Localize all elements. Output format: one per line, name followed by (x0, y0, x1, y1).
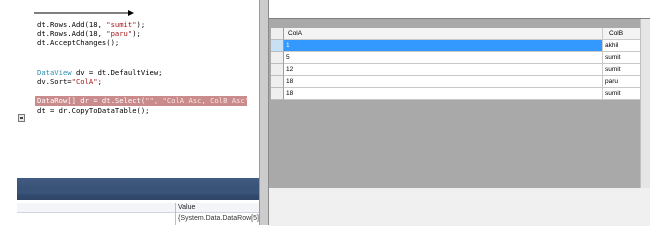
grid-header-row: ColA ColB (269, 28, 641, 40)
table-row[interactable]: 1 akhil (269, 40, 641, 52)
grid-cell-colb[interactable]: akhil (603, 40, 641, 52)
grid-cell-cola[interactable]: 12 (284, 64, 603, 76)
row-header[interactable] (271, 52, 284, 64)
code-line-breakpoint: DataRow[] dr = dt.Select("", "ColA Asc, … (37, 96, 258, 105)
current-line-marker-icon (18, 114, 25, 122)
table-row[interactable]: 5 sumit (269, 52, 641, 64)
code-editor[interactable]: dt.Rows.Add(18, "sumit"); dt.Rows.Add(18… (0, 0, 263, 225)
row-header[interactable] (271, 76, 284, 88)
data-grid-view[interactable]: ColA ColB 1 akhil 5 sumit 12 sumit 18 pa… (269, 18, 650, 226)
table-row[interactable]: 12 sumit (269, 64, 641, 76)
row-header[interactable] (271, 88, 284, 100)
vertical-scrollbar[interactable] (640, 19, 650, 188)
panel-title-bar (17, 178, 259, 200)
arrow-annotation (34, 10, 134, 16)
watch-column-header (17, 203, 259, 213)
code-line: dt = dr.CopyToDataTable(); (37, 106, 150, 115)
code-line: dv.Sort="ColA"; (37, 77, 102, 86)
grid-cell-cola[interactable]: 18 (284, 88, 603, 100)
grid-cell-colb[interactable]: sumit (603, 52, 641, 64)
column-header-colb[interactable]: ColB (603, 28, 641, 40)
table-row[interactable]: 18 sumit (269, 88, 641, 100)
watch-value-header: Value (178, 204, 196, 211)
code-line: dt.Rows.Add(18, "sumit"); (37, 20, 146, 29)
grid-cell-cola[interactable]: 5 (284, 52, 603, 64)
grid-corner-header[interactable] (271, 28, 284, 40)
grid-cell-colb[interactable]: sumit (603, 64, 641, 76)
grid-cell-colb[interactable]: sumit (603, 88, 641, 100)
row-header[interactable] (271, 64, 284, 76)
table-row[interactable]: 18 paru (269, 76, 641, 88)
grid-cell-cola[interactable]: 18 (284, 76, 603, 88)
row-header[interactable] (271, 40, 284, 52)
grid-cell-colb[interactable]: paru (603, 76, 641, 88)
form-bottom-area (269, 188, 650, 226)
watch-panel: Value {System.Data.DataRow[5]} (17, 178, 262, 225)
column-divider[interactable] (175, 203, 176, 225)
column-header-cola[interactable]: ColA (284, 28, 603, 40)
code-line: dt.Rows.Add(18, "paru"); (37, 29, 141, 38)
code-line: dt.AcceptChanges(); (37, 38, 120, 47)
watch-value-cell: {System.Data.DataRow[5]} (178, 215, 262, 222)
window-splitter[interactable] (259, 0, 269, 225)
highlighted-code-line: DataRow[] dr = dt.Select("", "ColA Asc, … (35, 96, 258, 106)
code-line: DataView dv = dt.DefaultView; (37, 68, 163, 77)
grid-cell-cola[interactable]: 1 (284, 40, 603, 52)
